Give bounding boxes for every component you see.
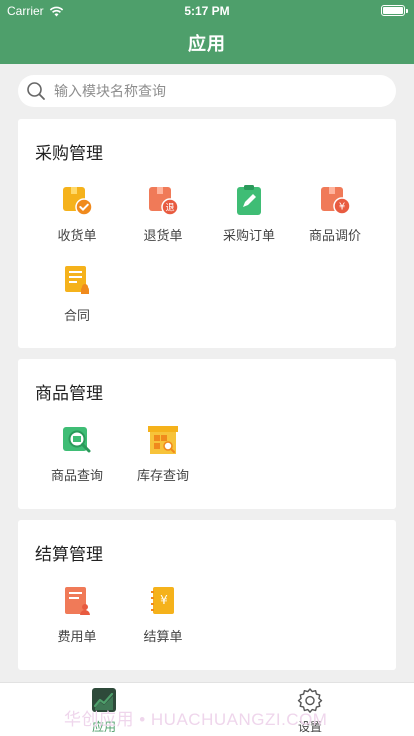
return-box-icon: 退 — [149, 187, 179, 216]
receipt-box-icon — [63, 187, 93, 216]
module-return[interactable]: 退 退货单 — [125, 183, 201, 244]
watermark: 华创应用 • HUACHUANGZI.COM — [64, 710, 328, 729]
product-search-icon — [63, 427, 91, 453]
battery-icon — [381, 5, 408, 16]
section-product: 商品管理 商品查询 库存查询 — [18, 359, 396, 509]
app-header: Carrier 5:17 PM 应用 — [0, 0, 414, 64]
svg-text:¥: ¥ — [160, 593, 168, 607]
clipboard-pen-icon — [237, 185, 261, 215]
module-price-adjust[interactable]: ¥ 商品调价 — [297, 183, 373, 244]
section-purchase: 采购管理 收货单 退 退货单 采购订单 ¥ 商品调价 合同 — [18, 119, 396, 348]
module-settlement[interactable]: ¥ 结算单 — [125, 584, 201, 645]
section-settlement: 结算管理 费用单 ¥ 结算单 — [18, 520, 396, 670]
svg-text:退: 退 — [165, 202, 174, 213]
module-label: 退货单 — [143, 229, 183, 244]
module-receipt[interactable]: 收货单 — [39, 183, 115, 244]
expense-doc-icon — [65, 587, 90, 615]
status-bar: Carrier 5:17 PM — [0, 0, 414, 22]
price-adjust-icon: ¥ — [321, 187, 351, 215]
settlement-doc-icon: ¥ — [151, 587, 174, 614]
module-expense[interactable]: 费用单 — [39, 584, 115, 645]
section-title: 采购管理 — [35, 144, 103, 164]
search-input[interactable]: 输入模块名称查询 — [18, 75, 396, 107]
module-purchase-order[interactable]: 采购订单 — [211, 183, 287, 244]
section-title: 结算管理 — [35, 545, 103, 565]
page-title: 应用 — [188, 34, 226, 55]
warehouse-search-icon — [148, 426, 178, 454]
search-icon — [27, 82, 45, 100]
module-label: 结算单 — [143, 630, 183, 645]
module-label: 商品调价 — [308, 229, 361, 244]
module-label: 商品查询 — [50, 469, 103, 484]
module-label: 合同 — [63, 309, 90, 324]
svg-text:¥: ¥ — [339, 202, 345, 213]
clock: 5:17 PM — [184, 4, 230, 18]
module-label: 库存查询 — [136, 469, 189, 484]
module-label: 采购订单 — [222, 229, 275, 244]
module-label: 费用单 — [57, 630, 97, 645]
module-product-query[interactable]: 商品查询 — [39, 423, 115, 484]
module-contract[interactable]: 合同 — [39, 263, 115, 324]
module-inventory-query[interactable]: 库存查询 — [125, 423, 201, 484]
module-label: 收货单 — [57, 229, 97, 244]
contract-icon — [65, 266, 89, 294]
search-placeholder: 输入模块名称查询 — [54, 84, 166, 100]
section-title: 商品管理 — [35, 384, 103, 404]
